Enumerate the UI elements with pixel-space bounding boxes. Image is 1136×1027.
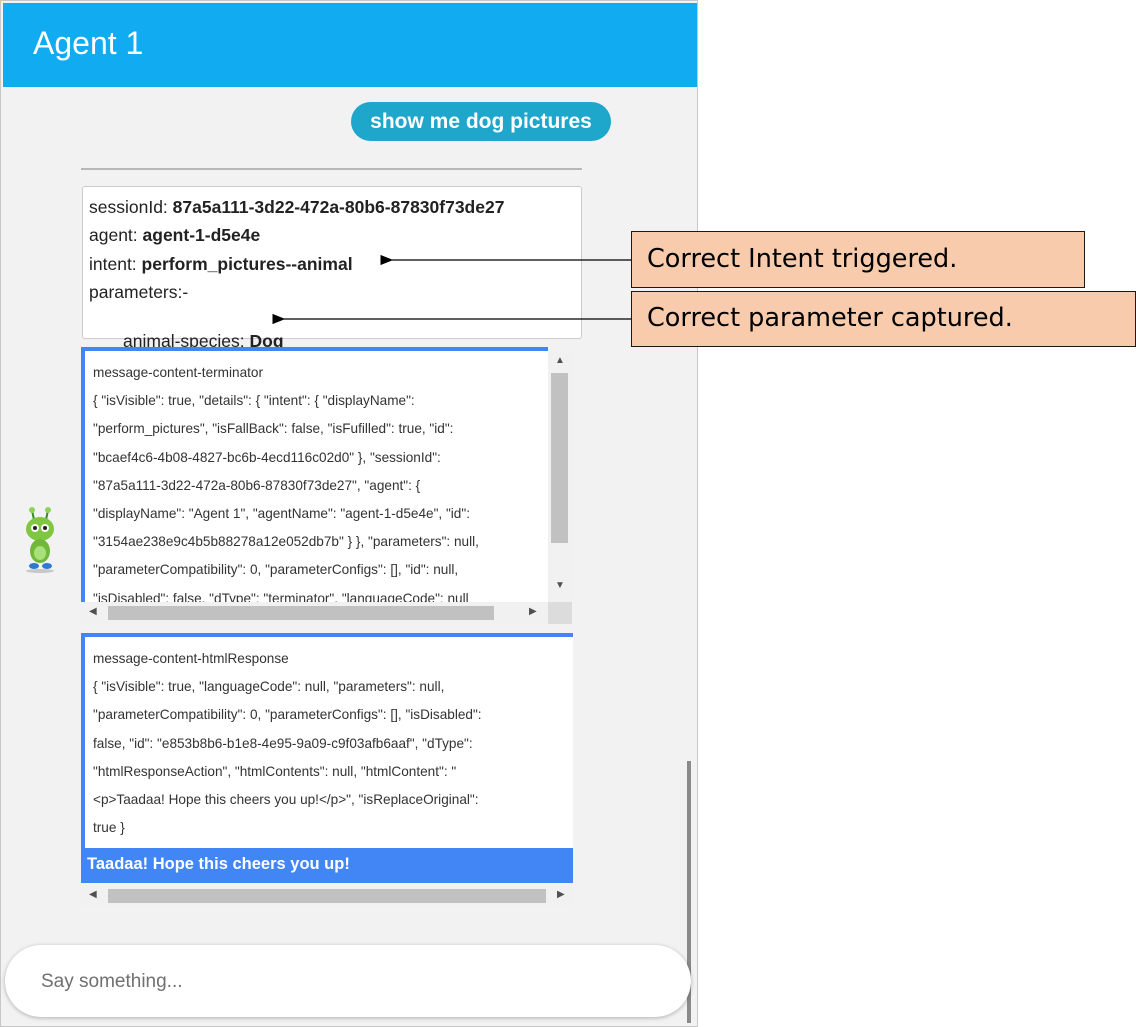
- callout-arrows: [272, 254, 631, 325]
